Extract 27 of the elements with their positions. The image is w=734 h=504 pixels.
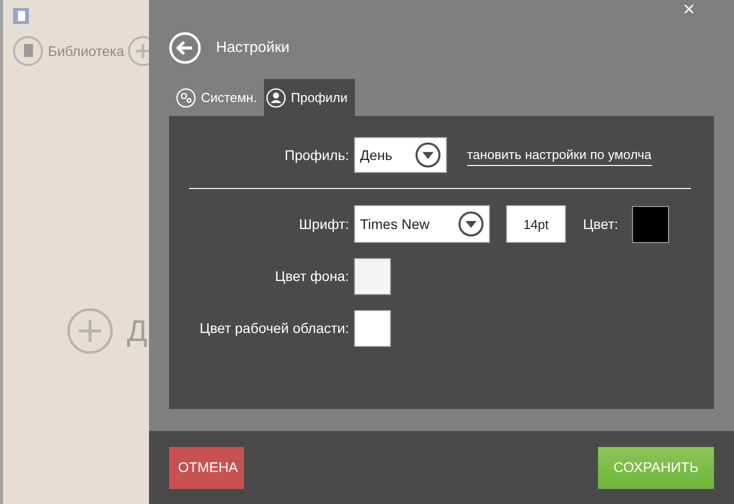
color-swatch[interactable] [354,310,391,347]
settings-tab[interactable]: Системн. [174,79,264,116]
color-label: Цвет рабочей области: [198,319,350,338]
add-icon[interactable] [67,308,113,354]
cancel-button[interactable]: ОТМЕНА [169,446,244,488]
dialog-title: Настройки [216,38,290,58]
color-swatch[interactable] [354,258,391,295]
gears-icon [176,88,196,108]
person-icon [266,88,286,108]
font-dropdown[interactable]: Times New [354,205,490,243]
text-color-label: Цвет: [583,214,618,234]
font-label: Шрифт: [298,214,350,234]
settings-tab[interactable]: Профили [264,79,355,116]
caret-icon [415,142,441,168]
add-icon[interactable] [128,36,149,66]
color-label: Цвет фона: [274,267,350,286]
color-swatch[interactable] [632,206,670,242]
font-size-field[interactable]: 14pt [506,205,566,243]
reset-defaults-link[interactable]: тановить настройки по умолча [467,145,652,166]
close-icon[interactable] [684,4,694,14]
add-label: Д [127,314,148,350]
profile-label: Профиль: [284,146,350,165]
book-icon [13,36,43,66]
app-icon [13,8,29,24]
caret-icon [458,211,484,237]
back-icon[interactable] [169,32,201,64]
profile-dropdown[interactable]: День [354,137,447,173]
